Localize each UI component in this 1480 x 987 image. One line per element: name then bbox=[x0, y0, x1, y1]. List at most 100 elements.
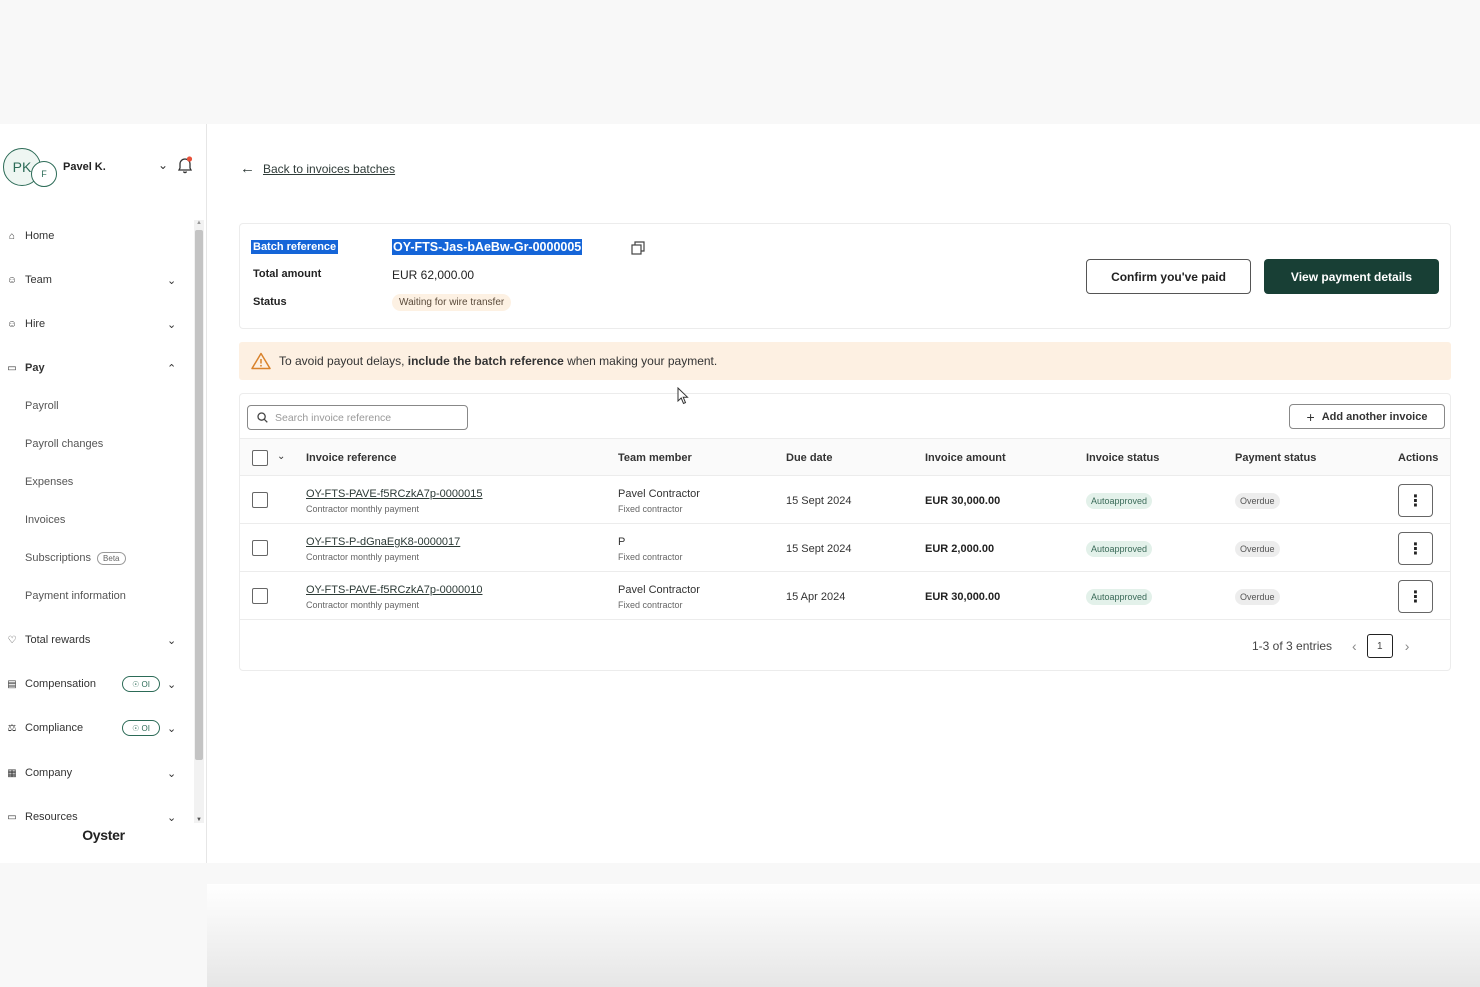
more-vertical-icon: ⋮ bbox=[1407, 588, 1424, 606]
hire-icon: ☺ bbox=[6, 318, 18, 330]
chevron-left-icon[interactable]: ‹ bbox=[1352, 638, 1357, 654]
sidebar: PK F Pavel K. ⌄ ⌂ Home ☺ Team ⌄ ☺ Hire ⌄… bbox=[0, 124, 207, 863]
copy-icon[interactable] bbox=[631, 241, 645, 255]
nav-label: Hire bbox=[25, 318, 46, 330]
oi-badge-label: OI bbox=[141, 679, 150, 689]
col-team-member[interactable]: Team member bbox=[618, 452, 692, 464]
confirm-paid-button[interactable]: Confirm you've paid bbox=[1086, 259, 1251, 294]
row-checkbox[interactable] bbox=[252, 540, 268, 556]
scroll-up-icon[interactable]: ▲ bbox=[196, 220, 202, 226]
col-invoice-status[interactable]: Invoice status bbox=[1086, 452, 1159, 464]
row-actions-button[interactable]: ⋮ bbox=[1398, 532, 1433, 565]
nav-label: Subscriptions bbox=[25, 552, 92, 564]
beta-badge: Beta bbox=[97, 551, 126, 565]
select-all-checkbox[interactable] bbox=[252, 450, 268, 466]
invoices-table-card: + Add another invoice ⌄ Invoice referenc… bbox=[239, 393, 1451, 671]
nav-item-hire[interactable]: ☺ Hire ⌄ bbox=[0, 309, 190, 339]
batch-reference-label: Batch reference bbox=[251, 240, 339, 254]
col-due-date[interactable]: Due date bbox=[786, 452, 832, 464]
nav-item-company[interactable]: ▦ Company ⌄ bbox=[0, 758, 190, 788]
page-button-current[interactable]: 1 bbox=[1366, 634, 1393, 658]
table-row: OY-FTS-P-dGnaEgK8-0000017 Contractor mon… bbox=[240, 524, 1450, 572]
alert-text-pre: To avoid payout delays, bbox=[279, 354, 408, 368]
invoice-amount: EUR 30,000.00 bbox=[925, 495, 1001, 507]
nav-item-compensation[interactable]: ▤ Compensation ☉ OI ⌄ bbox=[0, 669, 190, 699]
alert-text: To avoid payout delays, include the batc… bbox=[279, 354, 717, 368]
scroll-down-icon[interactable]: ▼ bbox=[196, 817, 202, 823]
col-payment-status[interactable]: Payment status bbox=[1235, 452, 1316, 464]
invoice-reference-link[interactable]: OY-FTS-PAVE-f5RCzkA7p-0000010 bbox=[306, 584, 482, 596]
chevron-down-icon[interactable]: ⌄ bbox=[158, 158, 168, 172]
view-payment-details-button[interactable]: View payment details bbox=[1264, 259, 1439, 294]
user-name: Pavel K. bbox=[63, 161, 106, 173]
search-field[interactable] bbox=[247, 405, 468, 430]
invoice-amount: EUR 30,000.00 bbox=[925, 591, 1001, 603]
invoice-status-badge: Autoapproved bbox=[1086, 589, 1153, 605]
due-date: 15 Sept 2024 bbox=[786, 543, 852, 555]
chevron-down-icon[interactable]: ⌄ bbox=[277, 451, 285, 462]
chevron-right-icon[interactable]: › bbox=[1405, 638, 1410, 654]
brand-logo: Oyster bbox=[82, 827, 125, 843]
nav-item-home[interactable]: ⌂ Home bbox=[0, 221, 190, 251]
nav-sub-subscriptions[interactable]: Subscriptions Beta bbox=[25, 545, 126, 571]
nav-label: Team bbox=[25, 274, 52, 286]
team-member-name: Pavel Contractor bbox=[618, 488, 700, 500]
row-actions-button[interactable]: ⋮ bbox=[1398, 580, 1433, 613]
payment-status-badge: Overdue bbox=[1235, 541, 1280, 557]
mouse-cursor-icon bbox=[677, 387, 689, 405]
back-link[interactable]: ← Back to invoices batches bbox=[240, 160, 395, 177]
nav-item-compliance[interactable]: ⚖ Compliance ☉ OI ⌄ bbox=[0, 713, 190, 743]
building-icon: ▦ bbox=[7, 767, 17, 779]
nav-sub-payroll-changes[interactable]: Payroll changes bbox=[25, 431, 103, 457]
chevron-down-icon: ⌄ bbox=[167, 678, 177, 691]
nav-sub-payroll[interactable]: Payroll bbox=[25, 393, 59, 419]
nav-label: Resources bbox=[25, 811, 78, 823]
chevron-down-icon: ⌄ bbox=[167, 274, 177, 287]
status-badge: Waiting for wire transfer bbox=[392, 294, 512, 311]
team-member-name: P bbox=[618, 536, 626, 548]
search-icon bbox=[257, 412, 268, 423]
add-invoice-label: Add another invoice bbox=[1321, 410, 1428, 423]
batch-summary-card: Batch reference OY-FTS-Jas-bAeBw-Gr-0000… bbox=[239, 223, 1451, 329]
nav-item-team[interactable]: ☺ Team ⌄ bbox=[0, 265, 190, 295]
row-checkbox[interactable] bbox=[252, 492, 268, 508]
scales-icon: ⚖ bbox=[7, 722, 17, 734]
lightbulb-icon: ☉ bbox=[132, 679, 142, 689]
sidebar-scrollbar[interactable]: ▲ ▼ bbox=[194, 220, 204, 823]
row-actions-button[interactable]: ⋮ bbox=[1398, 484, 1433, 517]
back-link-label: Back to invoices batches bbox=[263, 161, 396, 176]
due-date: 15 Sept 2024 bbox=[786, 495, 852, 507]
bell-icon[interactable] bbox=[177, 156, 193, 174]
nav-sub-invoices[interactable]: Invoices bbox=[25, 507, 65, 533]
invoice-status-badge: Autoapproved bbox=[1086, 541, 1153, 557]
chevron-down-icon: ⌄ bbox=[167, 767, 177, 780]
alert-text-post: when making your payment. bbox=[563, 354, 718, 368]
invoice-reference-link[interactable]: OY-FTS-P-dGnaEgK8-0000017 bbox=[306, 536, 460, 548]
company-avatar: F bbox=[31, 161, 57, 187]
team-icon: ☺ bbox=[6, 274, 18, 286]
payment-status-badge: Overdue bbox=[1235, 493, 1280, 509]
nav-sub-expenses[interactable]: Expenses bbox=[25, 469, 73, 495]
nav-item-total-rewards[interactable]: ♡ Total rewards ⌄ bbox=[0, 625, 190, 655]
row-checkbox[interactable] bbox=[252, 588, 268, 604]
invoice-reference-link[interactable]: OY-FTS-PAVE-f5RCzkA7p-0000015 bbox=[306, 488, 482, 500]
search-input[interactable] bbox=[275, 411, 455, 424]
heart-icon: ♡ bbox=[7, 634, 17, 646]
nav-item-pay[interactable]: ▭ Pay ⌃ bbox=[0, 353, 190, 383]
warning-icon bbox=[251, 352, 271, 370]
batch-reference-value[interactable]: OY-FTS-Jas-bAeBw-Gr-0000005 bbox=[392, 239, 583, 255]
alert-text-bold: include the batch reference bbox=[407, 354, 564, 368]
col-invoice-reference[interactable]: Invoice reference bbox=[306, 452, 397, 464]
add-invoice-button[interactable]: + Add another invoice bbox=[1289, 404, 1445, 429]
nav-sub-payment-information[interactable]: Payment information bbox=[25, 583, 126, 609]
chevron-down-icon: ⌄ bbox=[167, 634, 177, 647]
chevron-down-icon: ⌄ bbox=[167, 722, 177, 735]
oi-badge-label: OI bbox=[141, 723, 150, 733]
chevron-down-icon: ⌄ bbox=[167, 318, 177, 331]
nav-label: Compensation bbox=[25, 678, 96, 690]
team-member-type: Fixed contractor bbox=[618, 600, 683, 610]
scrollbar-thumb[interactable] bbox=[195, 230, 203, 760]
user-profile-menu[interactable]: PK F Pavel K. ⌄ bbox=[3, 148, 203, 190]
col-invoice-amount[interactable]: Invoice amount bbox=[925, 452, 1006, 464]
team-member-type: Fixed contractor bbox=[618, 504, 683, 514]
